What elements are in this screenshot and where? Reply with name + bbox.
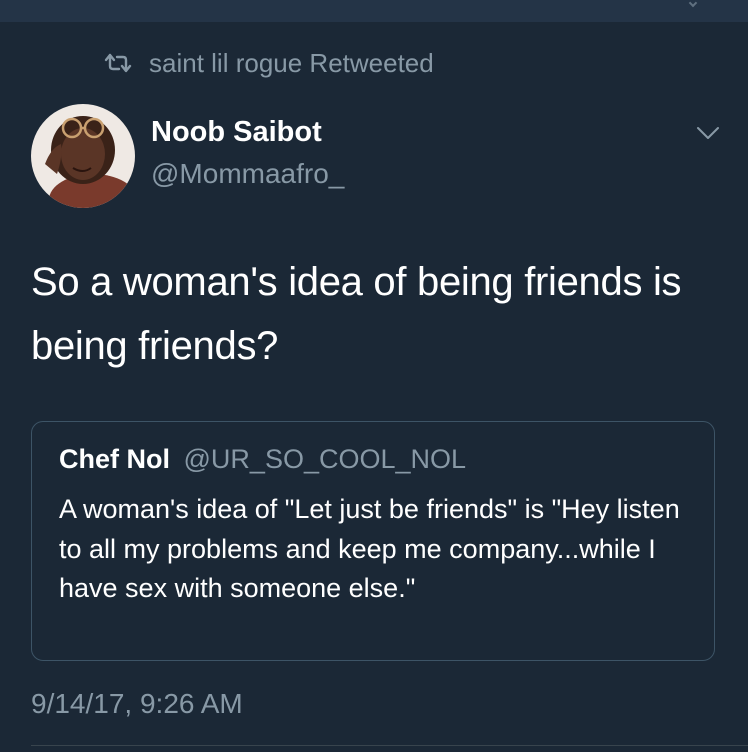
retweet-context[interactable]: saint lil rogue Retweeted: [103, 48, 434, 78]
quoted-tweet-text: A woman's idea of "Let just be friends" …: [59, 494, 680, 603]
top-bar: [0, 0, 748, 22]
quoted-author-name: Chef Nol: [59, 444, 170, 474]
tweet-text: So a woman's idea of being friends is be…: [31, 260, 682, 368]
author-display-name[interactable]: Noob Saibot: [151, 116, 322, 149]
avatar[interactable]: [31, 104, 135, 208]
quoted-tweet-card[interactable]: Chef Nol @UR_SO_COOL_NOL A woman's idea …: [31, 421, 715, 661]
chevron-icon: [688, 0, 698, 8]
quoted-tweet-header: Chef Nol @UR_SO_COOL_NOL: [59, 444, 466, 475]
divider: [31, 745, 748, 746]
chevron-down-icon[interactable]: [696, 124, 720, 142]
author-handle[interactable]: @Mommaafro_: [151, 158, 344, 190]
tweet-timestamp[interactable]: 9/14/17, 9:26 AM: [31, 688, 243, 720]
avatar-image: [31, 104, 135, 208]
retweet-label: saint lil rogue Retweeted: [149, 47, 434, 78]
quoted-author-handle: @UR_SO_COOL_NOL: [183, 444, 467, 474]
retweet-icon: [104, 53, 132, 73]
